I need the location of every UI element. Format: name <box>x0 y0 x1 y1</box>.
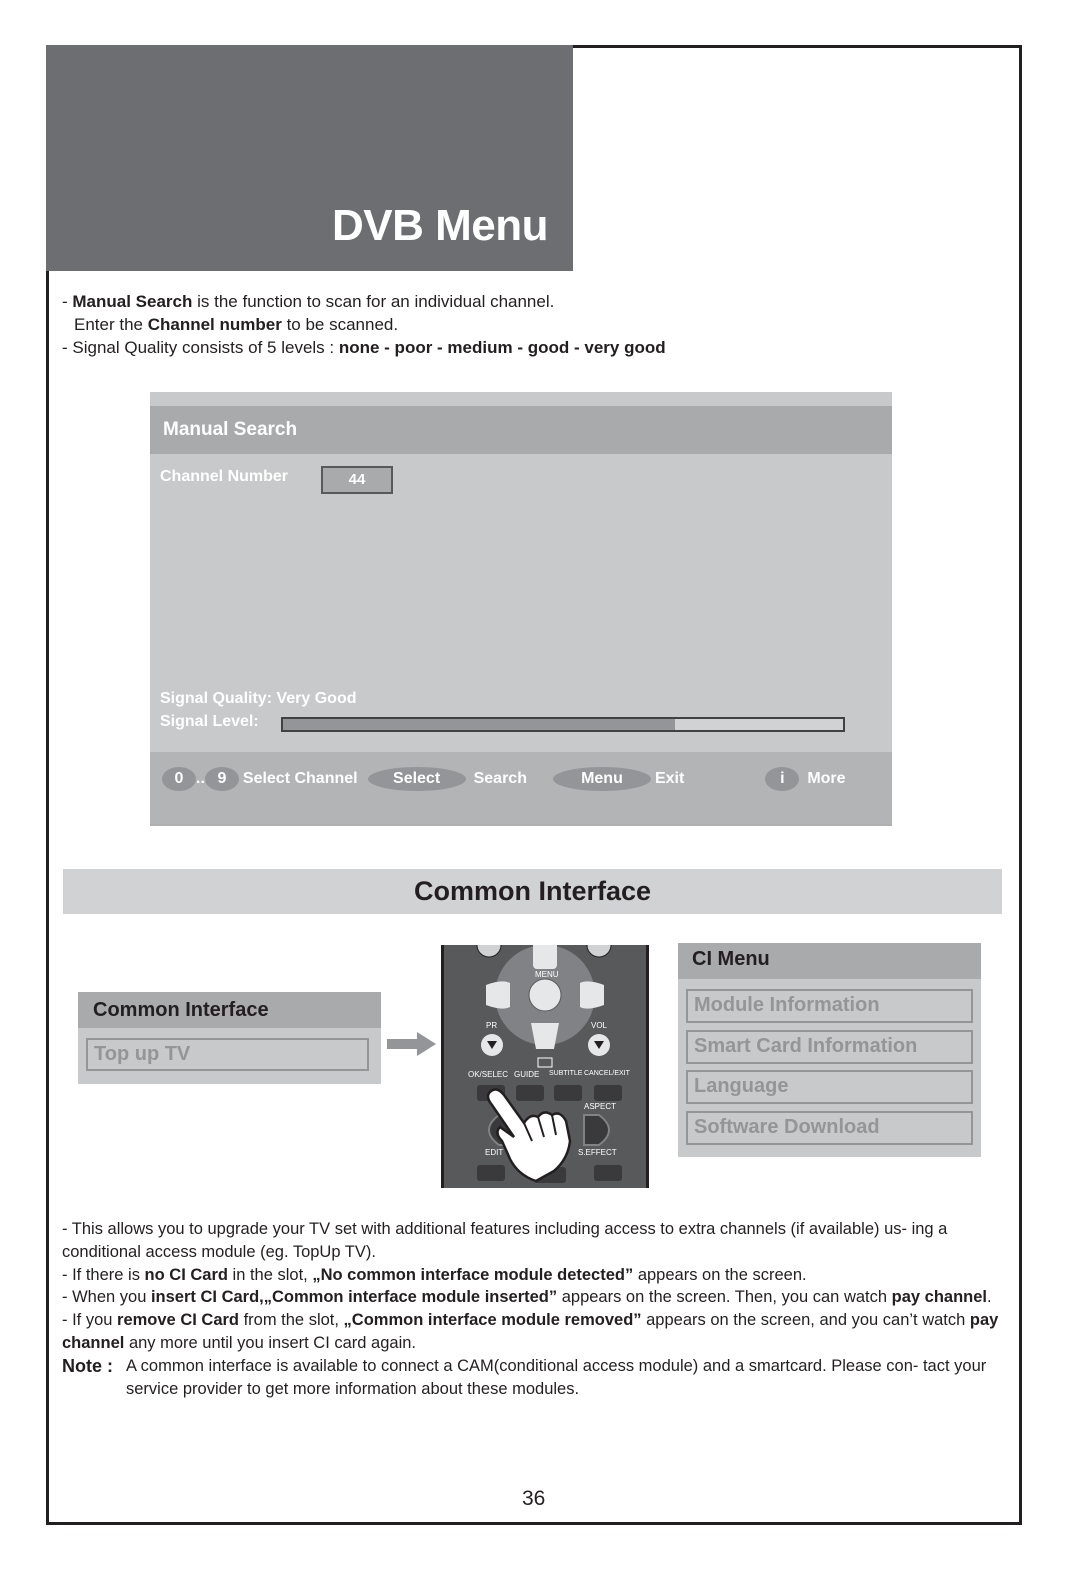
bold-term: remove CI Card <box>117 1311 239 1330</box>
term-manual-search: Manual Search <box>72 292 193 311</box>
text-span: appears on the screen. Then, you can wat… <box>557 1288 892 1307</box>
remote-label-menu: MENU <box>535 970 559 979</box>
intro-text-span: to be scanned. <box>281 315 399 334</box>
channel-number-input[interactable]: 44 <box>321 466 393 494</box>
range-dots: .. <box>196 770 205 787</box>
menu-title: Common Interface <box>93 999 269 1021</box>
intro-text-span: - Signal Quality consists of 5 levels : <box>62 338 339 357</box>
arrow-right-icon <box>387 1032 436 1056</box>
page-number: 36 <box>522 1487 546 1510</box>
menu-header: CI Menu <box>678 943 981 979</box>
key-0-button[interactable]: 0 <box>162 767 196 791</box>
common-interface-menu: Common Interface Top up TV <box>78 992 381 1084</box>
menu-item-language[interactable]: Language <box>686 1070 973 1104</box>
text-span: appears on the screen. <box>633 1265 807 1284</box>
text-span: . <box>987 1288 992 1307</box>
intro-text-span: is the function to scan for an individua… <box>192 292 555 311</box>
bold-term: pay channel <box>891 1288 988 1307</box>
signal-level-fill <box>283 719 675 730</box>
remote-control-illustration: MENU PR VOL OK/SELEC GUIDE SUBTITLE CANC… <box>441 945 649 1188</box>
intro-text-span: Enter the <box>74 315 148 334</box>
signal-level-bar <box>281 717 845 732</box>
note-block: Note : A common interface is available t… <box>62 1355 1002 1401</box>
term-channel-number: Channel number <box>147 315 282 334</box>
key-9-button[interactable]: 9 <box>204 767 239 791</box>
text-span: any more until you insert CI card again. <box>124 1333 417 1352</box>
signal-levels-list: none - poor - medium - good - very good <box>338 338 666 357</box>
intro-text: - Manual Search is the function to scan … <box>62 290 666 359</box>
note-lead: Note : <box>62 1355 113 1376</box>
title-block: DVB Menu <box>46 45 573 271</box>
note-paragraph: - If there is no CI Card in the slot, „N… <box>62 1264 1002 1287</box>
menu-header: Common Interface <box>78 992 381 1028</box>
menu-title: CI Menu <box>692 948 770 970</box>
text-span: - If there is <box>62 1265 145 1284</box>
menu-item-label: Software Download <box>694 1116 880 1138</box>
note-paragraph: - If you remove CI Card from the slot, „… <box>62 1309 1002 1355</box>
menu-item-label: Top up TV <box>94 1043 191 1065</box>
menu-item-label: Smart Card Information <box>694 1035 918 1057</box>
screen-footer: 0 .. 9 Select Channel Select Search Menu… <box>150 752 892 824</box>
menu-item-module-information[interactable]: Module Information <box>686 989 973 1023</box>
manual-search-screen: Manual Search Channel Number 44 Signal Q… <box>150 392 892 826</box>
remote-label-edit: EDIT <box>485 1148 504 1157</box>
select-key-button[interactable]: Select <box>367 767 466 791</box>
text-span: - If you <box>62 1311 118 1330</box>
menu-key-button[interactable]: Menu <box>552 767 651 791</box>
text-span: - When you <box>62 1288 151 1307</box>
note-text: A common interface is available to conne… <box>126 1356 987 1398</box>
text-span: appears on the screen, and you can’t wat… <box>641 1311 970 1330</box>
text-span: from the slot, <box>239 1311 344 1330</box>
bold-term: „Common interface module removed” <box>343 1311 642 1330</box>
intro-line: - Signal Quality consists of 5 levels : … <box>62 336 666 359</box>
section-title: Common Interface <box>413 876 652 906</box>
bold-term: „No common interface module detected” <box>312 1265 634 1284</box>
note-paragraph: - This allows you to upgrade your TV set… <box>62 1220 948 1261</box>
page-title: DVB Menu <box>332 201 549 250</box>
menu-item-top-up-tv[interactable]: Top up TV <box>86 1038 369 1071</box>
remote-label-subtitle: SUBTITLE <box>549 1070 583 1077</box>
remote-label-ok-select: OK/SELEC <box>468 1070 509 1079</box>
text-span: in the slot, <box>227 1265 313 1284</box>
intro-line: Enter the Channel number to be scanned. <box>62 313 666 336</box>
screen-title: Manual Search <box>163 419 298 440</box>
screen-header: Manual Search <box>150 406 892 454</box>
bold-term: insert CI Card,„Common interface module … <box>150 1288 558 1307</box>
note-paragraph: - When you insert CI Card,„Common interf… <box>62 1286 1002 1309</box>
menu-item-label: Language <box>694 1075 789 1097</box>
exit-label: Exit <box>654 770 685 787</box>
more-label: More <box>807 770 846 787</box>
menu-item-software-download[interactable]: Software Download <box>686 1111 973 1145</box>
remote-label-vol: VOL <box>591 1021 608 1030</box>
menu-item-label: Module Information <box>694 994 880 1016</box>
bold-term: no CI Card <box>144 1265 228 1284</box>
notes-text: - This allows you to upgrade your TV set… <box>62 1218 1002 1400</box>
remote-label-guide: GUIDE <box>514 1070 540 1079</box>
intro-line: - Manual Search is the function to scan … <box>62 292 555 311</box>
channel-number-label: Channel Number <box>160 468 289 485</box>
signal-quality-text: Signal Quality: Very Good <box>160 690 357 707</box>
remote-label-cancel-exit: CANCEL/EXIT <box>584 1070 630 1077</box>
signal-level-label: Signal Level: <box>160 713 259 730</box>
remote-label-pr: PR <box>486 1021 498 1030</box>
select-channel-label: Select Channel <box>242 770 358 787</box>
remote-label-s-effect: S.EFFECT <box>578 1148 617 1157</box>
remote-label-aspect: ASPECT <box>584 1102 617 1111</box>
info-key-button[interactable]: i <box>765 767 800 791</box>
ci-menu: CI Menu Module Information Smart Card In… <box>678 943 981 1157</box>
search-label: Search <box>473 770 527 787</box>
section-header-common-interface: Common Interface <box>63 869 1002 914</box>
menu-item-smart-card-information[interactable]: Smart Card Information <box>686 1030 973 1064</box>
